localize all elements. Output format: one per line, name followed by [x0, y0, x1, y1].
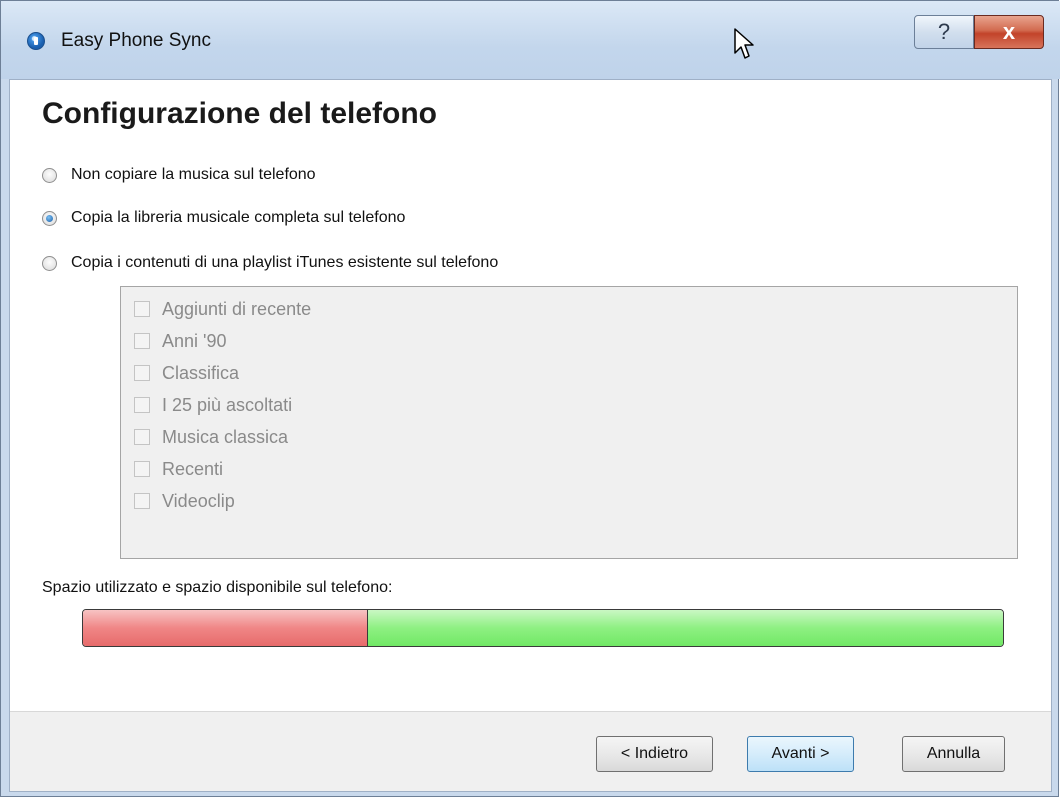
- storage-usage-bar: [82, 609, 1004, 647]
- playlist-checkbox: [134, 461, 150, 477]
- playlist-label: Musica classica: [162, 426, 289, 447]
- button-bar: < Indietro Avanti > Annulla: [10, 711, 1051, 791]
- playlist-label: Aggiunti di recente: [162, 298, 312, 319]
- option-no-music[interactable]: Non copiare la musica sul telefono: [42, 163, 316, 187]
- cancel-button[interactable]: Annulla: [902, 736, 1005, 772]
- option-label: Copia la libreria musicale completa sul …: [71, 209, 406, 226]
- playlist-label: Recenti: [162, 458, 224, 479]
- option-full-library[interactable]: Copia la libreria musicale completa sul …: [42, 206, 405, 230]
- radio-button[interactable]: [42, 255, 57, 271]
- title-bar[interactable]: Easy Phone Sync ? x: [1, 1, 1060, 79]
- playlist-checkbox: [134, 397, 150, 413]
- playlist-checkbox: [134, 365, 150, 381]
- option-label: Copia i contenuti di una playlist iTunes…: [71, 254, 499, 271]
- playlist-item: I 25 più ascoltati: [134, 392, 292, 418]
- radio-button-selected[interactable]: [42, 210, 57, 226]
- window-title: Easy Phone Sync: [61, 30, 211, 51]
- option-label: Non copiare la musica sul telefono: [71, 166, 316, 183]
- playlist-label: Classifica: [162, 362, 240, 383]
- playlist-item: Classifica: [134, 360, 239, 386]
- option-itunes-playlist[interactable]: Copia i contenuti di una playlist iTunes…: [42, 251, 498, 275]
- playlist-item: Anni '90: [134, 328, 227, 354]
- help-button[interactable]: ?: [914, 15, 974, 49]
- playlist-label: Videoclip: [162, 490, 235, 511]
- playlist-label: I 25 più ascoltati: [162, 394, 293, 415]
- app-icon: [27, 32, 45, 50]
- playlist-item: Recenti: [134, 456, 223, 482]
- playlist-item: Aggiunti di recente: [134, 296, 311, 322]
- playlist-item: Musica classica: [134, 424, 288, 450]
- storage-label: Spazio utilizzato e spazio disponibile s…: [42, 579, 393, 596]
- close-button[interactable]: x: [974, 15, 1044, 49]
- page-title: Configurazione del telefono: [42, 97, 437, 130]
- back-button[interactable]: < Indietro: [596, 736, 713, 772]
- playlist-list: Aggiunti di recente Anni '90 Classifica …: [120, 286, 1018, 559]
- playlist-checkbox: [134, 301, 150, 317]
- dialog-window: Easy Phone Sync ? x Configurazione del t…: [0, 0, 1060, 797]
- storage-used-segment: [83, 610, 369, 646]
- playlist-item: Videoclip: [134, 488, 235, 514]
- playlist-checkbox: [134, 429, 150, 445]
- playlist-checkbox: [134, 333, 150, 349]
- mouse-cursor-icon: [734, 28, 754, 59]
- radio-button[interactable]: [42, 167, 57, 183]
- dialog-content: Configurazione del telefono Non copiare …: [9, 79, 1052, 792]
- playlist-checkbox: [134, 493, 150, 509]
- next-button[interactable]: Avanti >: [747, 736, 854, 772]
- playlist-label: Anni '90: [162, 330, 227, 351]
- storage-free-segment: [368, 610, 1003, 646]
